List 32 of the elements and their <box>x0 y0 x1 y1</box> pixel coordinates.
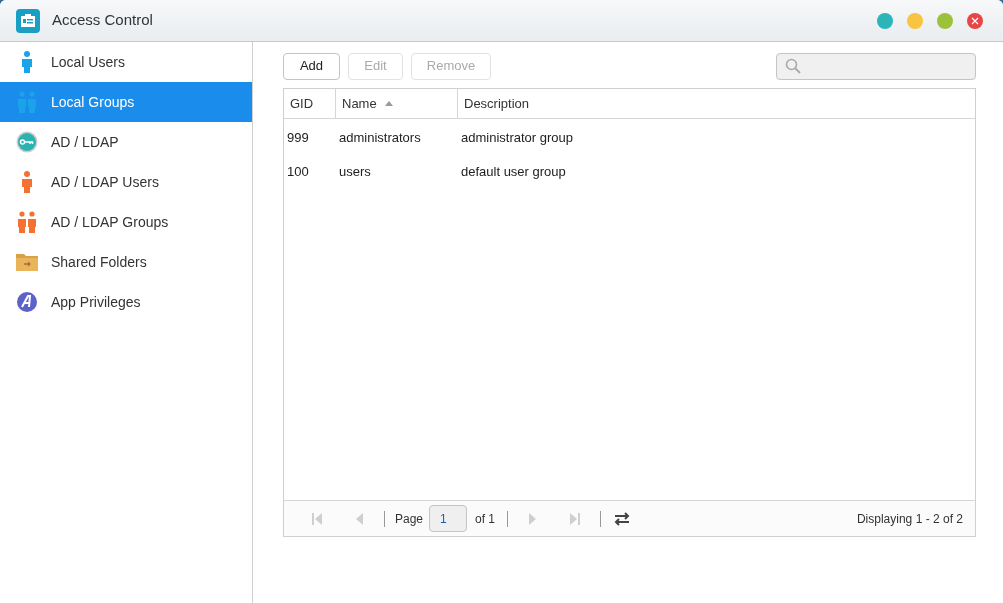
column-header[interactable]: GID <box>284 89 336 118</box>
sidebar-item[interactable]: Shared Folders <box>0 242 252 282</box>
table-cell-text: users <box>338 163 372 182</box>
refresh-button[interactable] <box>613 510 632 527</box>
page-summary: Displaying 1 - 2 of 2 <box>856 510 963 528</box>
minimize-button[interactable] <box>877 12 893 29</box>
table-cell-text: default user group <box>460 163 567 182</box>
close-button[interactable] <box>967 12 983 29</box>
column-header[interactable]: Name <box>336 89 458 118</box>
maximize-button[interactable] <box>937 12 953 29</box>
sidebar-item[interactable]: Local Groups <box>0 82 252 122</box>
page-count: of 1 <box>475 510 496 528</box>
toolbar-button[interactable]: Add <box>283 52 340 80</box>
table-cell-text: 999 <box>286 129 310 148</box>
sort-ascending-icon <box>384 101 393 106</box>
table-cell-text: 100 <box>286 163 310 182</box>
column-header[interactable]: Description <box>458 89 975 118</box>
table-cell-text: administrators <box>338 129 422 148</box>
sidebar-item[interactable]: AD / LDAP Users <box>0 162 252 202</box>
restore-button[interactable] <box>907 12 923 29</box>
search-icon <box>785 58 801 74</box>
sidebar-item[interactable]: AD / LDAP Groups <box>0 202 252 242</box>
id-card-icon <box>16 8 40 33</box>
window-title: Access Control <box>52 10 153 31</box>
sidebar-item[interactable]: AD / LDAP <box>0 122 252 162</box>
table-cell-text: administrator group <box>460 129 574 148</box>
close-icon <box>971 16 979 25</box>
page-label: Page <box>395 510 424 528</box>
sidebar-item[interactable]: App Privileges <box>0 282 252 322</box>
sidebar-item[interactable]: Local Users <box>0 42 252 82</box>
search-field[interactable] <box>776 52 976 80</box>
page-number-field[interactable]: 1 <box>429 505 468 532</box>
